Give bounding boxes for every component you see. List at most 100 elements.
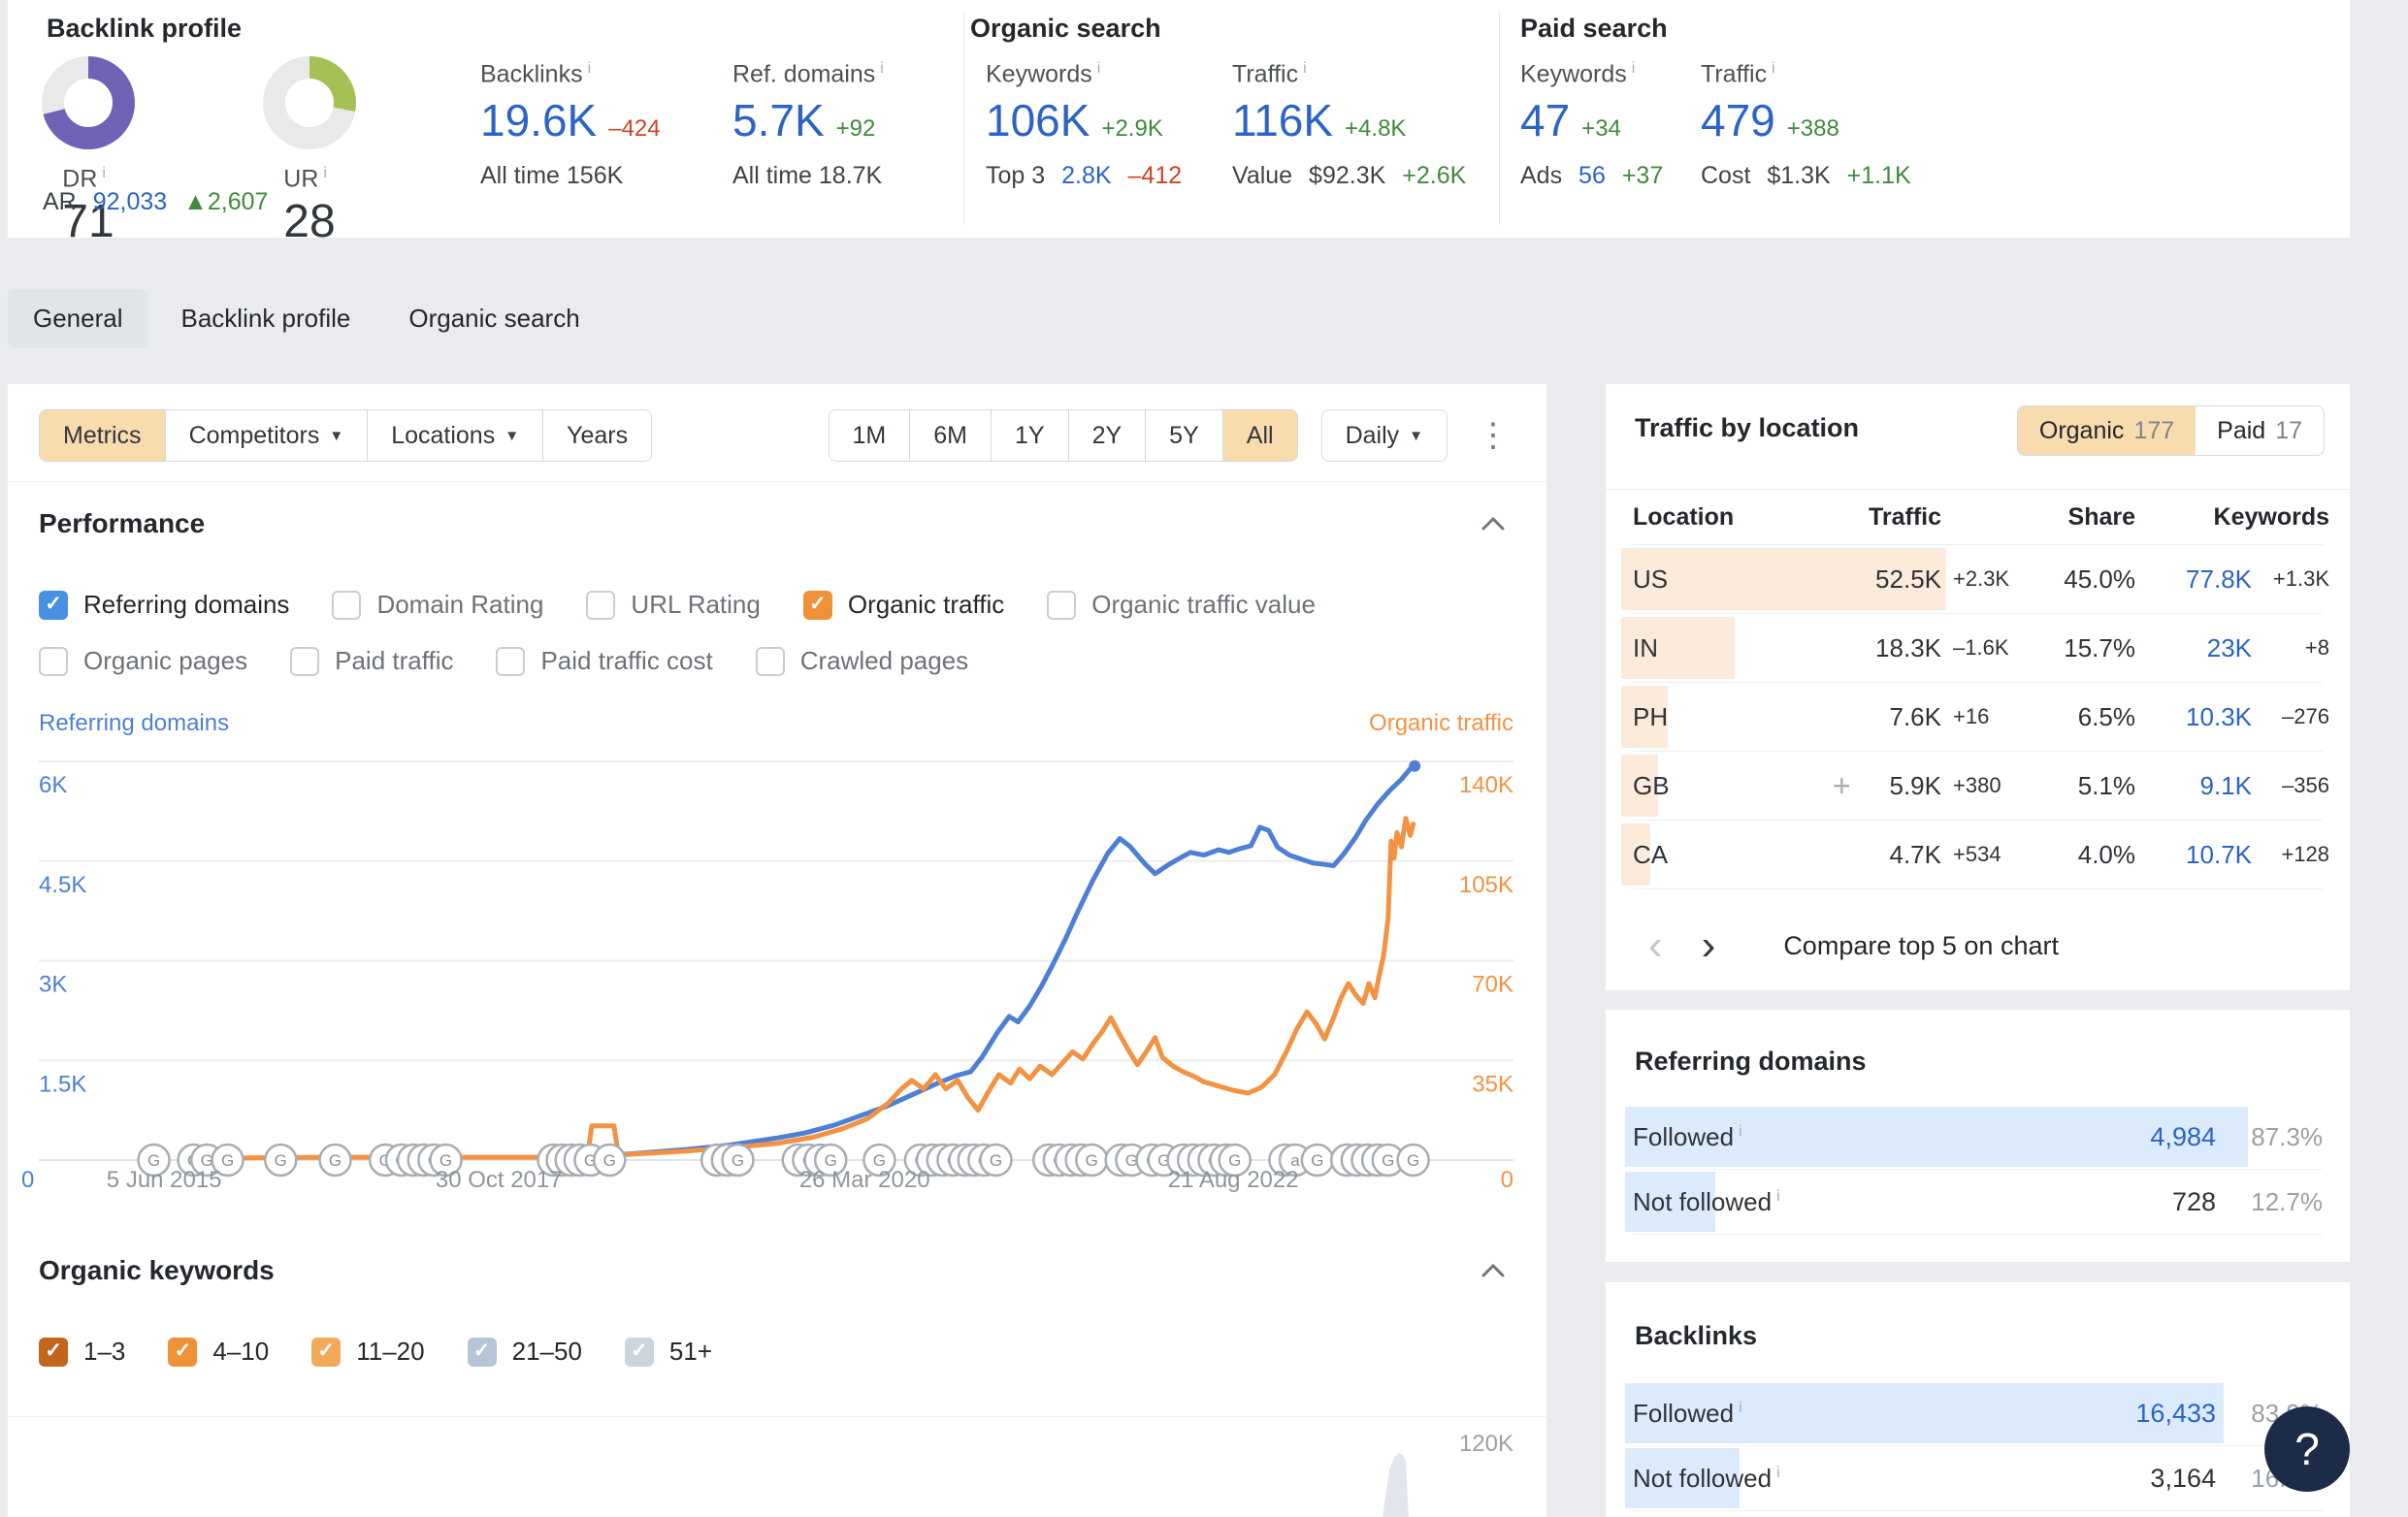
filter-referring-domains[interactable]: ✓ Referring domains — [39, 590, 289, 620]
metric-filters-row2: ✓ Organic pages ✓ Paid traffic ✓ Paid tr… — [39, 646, 968, 676]
checkbox[interactable]: ✓ — [625, 1338, 654, 1367]
bucket-51plus[interactable]: ✓ 51+ — [625, 1337, 712, 1367]
bucket-4-10[interactable]: ✓ 4–10 — [168, 1337, 269, 1367]
info-icon[interactable]: i — [1632, 60, 1636, 77]
range-2y[interactable]: 2Y — [1068, 410, 1146, 461]
checkbox[interactable]: ✓ — [586, 591, 615, 620]
info-icon[interactable]: i — [1739, 1123, 1742, 1140]
checkbox[interactable]: ✓ — [39, 647, 68, 676]
tab-organic-search[interactable]: Organic search — [383, 289, 604, 348]
filter-domain-rating[interactable]: ✓ Domain Rating — [332, 590, 543, 620]
checkbox[interactable]: ✓ — [496, 647, 525, 676]
backlinks-delta: –424 — [608, 115, 660, 143]
keywords-value[interactable]: 9.1K — [2135, 771, 2252, 801]
organic-keywords-value[interactable]: 106K — [986, 94, 1090, 146]
tab-backlink-profile[interactable]: Backlink profile — [156, 289, 376, 348]
checkbox[interactable]: ✓ — [803, 591, 832, 620]
share-value: 5.1% — [2042, 771, 2135, 801]
location-row-us[interactable]: US 52.5K +2.3K 45.0% 77.8K +1.3K — [1633, 545, 2323, 614]
next-page-icon[interactable]: › — [1688, 926, 1730, 965]
checkbox[interactable]: ✓ — [39, 1338, 68, 1367]
info-icon[interactable]: i — [1776, 1188, 1780, 1205]
prev-page-icon[interactable]: ‹ — [1635, 926, 1676, 965]
ar-value[interactable]: 92,033 — [93, 188, 167, 215]
checkbox[interactable]: ✓ — [468, 1338, 497, 1367]
followed-value[interactable]: 4,984 — [2061, 1122, 2216, 1152]
organic-traffic-value[interactable]: 116K — [1232, 94, 1333, 146]
checkbox[interactable]: ✓ — [311, 1338, 341, 1367]
top3-value[interactable]: 2.8K — [1061, 162, 1111, 189]
filter-organic-pages[interactable]: ✓ Organic pages — [39, 646, 247, 676]
collapse-icon[interactable] — [1481, 1263, 1506, 1283]
ads-delta: +37 — [1622, 162, 1663, 189]
filter-paid-traffic-cost[interactable]: ✓ Paid traffic cost — [496, 646, 712, 676]
paid-traffic-value[interactable]: 479 — [1701, 94, 1775, 146]
granularity-select[interactable]: Daily▼ — [1321, 409, 1448, 462]
filter-crawled-pages[interactable]: ✓ Crawled pages — [756, 646, 968, 676]
range-5y[interactable]: 5Y — [1145, 410, 1222, 461]
info-icon[interactable]: i — [1097, 60, 1101, 77]
svg-text:G: G — [221, 1151, 234, 1170]
range-1m[interactable]: 1M — [830, 410, 910, 461]
info-icon[interactable]: i — [588, 60, 592, 77]
tab-general[interactable]: General — [8, 289, 148, 348]
help-button[interactable]: ? — [2264, 1406, 2350, 1492]
location-row-ca[interactable]: CA 4.7K +534 4.0% 10.7K +128 — [1633, 821, 2323, 889]
info-icon[interactable]: i — [323, 165, 327, 181]
bucket-21-50[interactable]: ✓ 21–50 — [468, 1337, 582, 1367]
checkbox[interactable]: ✓ — [39, 591, 68, 620]
keyword-position-filters: ✓ 1–3 ✓ 4–10 ✓ 11–20 ✓ 21–50 ✓ 51+ — [39, 1337, 712, 1367]
keywords-value[interactable]: 77.8K — [2135, 565, 2252, 595]
bucket-11-20[interactable]: ✓ 11–20 — [311, 1337, 424, 1367]
ahrefs-rank-row: AR 92,033 ▲2,607 — [43, 188, 268, 216]
collapse-icon[interactable] — [1481, 516, 1506, 536]
keywords-value[interactable]: 10.7K — [2135, 840, 2252, 870]
info-icon[interactable]: i — [1776, 1465, 1780, 1481]
range-1y[interactable]: 1Y — [991, 410, 1068, 461]
filter-organic-traffic-value[interactable]: ✓ Organic traffic value — [1047, 590, 1316, 620]
keywords-value[interactable]: 23K — [2135, 633, 2252, 663]
info-icon[interactable]: i — [102, 165, 106, 181]
info-icon[interactable]: i — [880, 60, 884, 77]
checkbox[interactable]: ✓ — [290, 647, 319, 676]
svg-text:35K: 35K — [1472, 1071, 1513, 1097]
years-button[interactable]: Years — [542, 410, 651, 461]
share-value: 6.5% — [2042, 702, 2135, 732]
location-row-in[interactable]: IN 18.3K –1.6K 15.7% 23K +8 — [1633, 614, 2323, 683]
info-icon[interactable]: i — [1303, 60, 1307, 77]
location-row-gb[interactable]: + GB 5.9K +380 5.1% 9.1K –356 — [1633, 752, 2323, 821]
competitors-button[interactable]: Competitors▼ — [165, 410, 368, 461]
followed-value[interactable]: 16,433 — [2061, 1399, 2216, 1429]
filter-organic-traffic[interactable]: ✓ Organic traffic — [803, 590, 1004, 620]
locations-button[interactable]: Locations▼ — [367, 410, 542, 461]
followed-label: Followed — [1633, 1122, 1734, 1151]
cost-delta: +1.1K — [1847, 162, 1911, 189]
toggle-organic[interactable]: Organic177 — [2018, 406, 2196, 455]
top3-label: Top 3 — [986, 162, 1045, 189]
filter-url-rating[interactable]: ✓ URL Rating — [586, 590, 760, 620]
location-row-ph[interactable]: PH 7.6K +16 6.5% 10.3K –276 — [1633, 683, 2323, 752]
filter-paid-traffic[interactable]: ✓ Paid traffic — [290, 646, 453, 676]
paid-traffic-label: Traffic — [1701, 60, 1767, 87]
keywords-value[interactable]: 10.3K — [2135, 702, 2252, 732]
info-icon[interactable]: i — [1739, 1400, 1742, 1416]
checkbox[interactable]: ✓ — [332, 591, 361, 620]
more-options-icon[interactable]: ⋮ — [1471, 410, 1515, 461]
range-all[interactable]: All — [1222, 410, 1297, 461]
toggle-paid[interactable]: Paid17 — [2196, 406, 2324, 455]
traffic-value-label: Value — [1232, 162, 1292, 189]
info-icon[interactable]: i — [1772, 60, 1775, 77]
location-pager: ‹ › Compare top 5 on chart — [1635, 926, 2059, 965]
metrics-button[interactable]: Metrics — [40, 410, 165, 461]
bucket-1-3[interactable]: ✓ 1–3 — [39, 1337, 125, 1367]
backlinks-value[interactable]: 19.6K — [480, 94, 597, 146]
checkbox[interactable]: ✓ — [756, 647, 785, 676]
compare-top5-link[interactable]: Compare top 5 on chart — [1783, 931, 2059, 961]
range-6m[interactable]: 6M — [909, 410, 991, 461]
paid-keywords-value[interactable]: 47 — [1520, 94, 1570, 146]
checkbox[interactable]: ✓ — [1047, 591, 1076, 620]
ads-value[interactable]: 56 — [1578, 162, 1606, 189]
checkbox[interactable]: ✓ — [168, 1338, 197, 1367]
divider — [963, 12, 964, 225]
ref-domains-value[interactable]: 5.7K — [732, 94, 825, 146]
